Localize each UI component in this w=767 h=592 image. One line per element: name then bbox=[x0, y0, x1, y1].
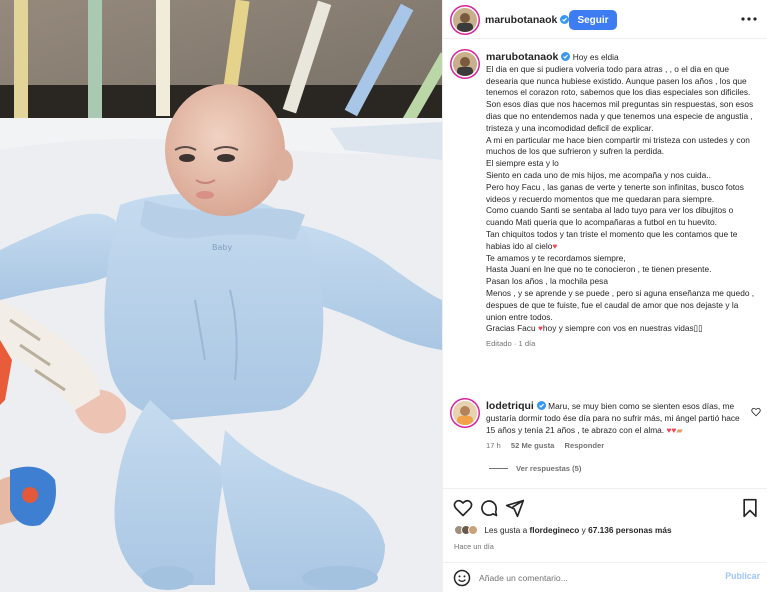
reply-button[interactable]: Responder bbox=[565, 441, 605, 450]
view-replies-button[interactable]: Ver respuestas (5) bbox=[489, 464, 581, 473]
bookmark-icon[interactable] bbox=[740, 498, 760, 518]
caption-author-avatar[interactable] bbox=[453, 52, 477, 76]
caption-paragraph-text: Gracias Facu bbox=[486, 323, 536, 334]
caption-paragraph: El dia en que si pudiera volveria todo p… bbox=[486, 63, 751, 98]
more-options-icon[interactable] bbox=[739, 9, 759, 29]
caption-paragraph: Pasan los años , la mochila pesa bbox=[486, 276, 608, 287]
author-username[interactable]: marubotanaok bbox=[485, 14, 570, 26]
caption-paragraph: Como cuando Santi se sentaba al lado tuy… bbox=[486, 205, 734, 228]
caption-first-line: Hoy es eldia bbox=[572, 52, 619, 62]
avatar-icon bbox=[453, 401, 477, 425]
caption-paragraph: Pero hoy Facu , las ganas de verte y ten… bbox=[486, 181, 744, 204]
liker-avatar bbox=[468, 525, 478, 535]
comment-like-heart-icon[interactable] bbox=[751, 407, 761, 419]
verified-badge-icon bbox=[561, 52, 571, 61]
avatar-icon bbox=[453, 52, 477, 76]
add-comment-bar: Publicar bbox=[443, 562, 767, 592]
caption-paragraph: Gracias Facu ♥hoy y siempre con vos en n… bbox=[486, 323, 758, 335]
post-caption: marubotanaok Hoy es eldia El dia en que … bbox=[486, 51, 758, 350]
emoji-icon[interactable] bbox=[452, 568, 472, 588]
caption-username[interactable]: marubotanaok bbox=[486, 51, 558, 63]
verified-badge-icon bbox=[536, 401, 546, 410]
caption-paragraph: Hasta Juani en lne que no te conocieron … bbox=[486, 264, 712, 275]
likes-and: y bbox=[581, 525, 586, 535]
commenter-username[interactable]: lodetriqui bbox=[486, 400, 534, 412]
comment: lodetriqui Maru, se muy bien como se sie… bbox=[486, 400, 748, 452]
caption-paragraph: El siempre esta y lo bbox=[486, 158, 559, 169]
heart-icon[interactable] bbox=[453, 498, 473, 518]
red-heart-icon: ♥♥ bbox=[666, 424, 677, 435]
red-heart-icon: ♥ bbox=[552, 240, 558, 251]
caption-scroll-area[interactable]: marubotanaok Hoy es eldia El dia en que … bbox=[443, 40, 767, 488]
author-username-text[interactable]: marubotanaok bbox=[485, 14, 557, 26]
commenter-avatar[interactable] bbox=[453, 401, 477, 425]
author-avatar[interactable] bbox=[453, 8, 477, 32]
caption-edited-time: Editado · 1 día bbox=[486, 339, 536, 349]
comment-meta: 17 h 52 Me gusta Responder bbox=[486, 440, 748, 452]
publish-button[interactable]: Publicar bbox=[725, 571, 760, 581]
caption-paragraph: Menos , y se aprende y se puede , pero s… bbox=[486, 287, 755, 322]
likes-summary[interactable]: Les gusta a flordegineco y 67.136 person… bbox=[454, 525, 672, 535]
follow-button[interactable]: Seguir bbox=[569, 10, 617, 30]
replies-divider bbox=[489, 468, 508, 469]
caption-paragraph-text: hoy y siempre con vos en nuestras vidas bbox=[542, 323, 694, 334]
likes-count[interactable]: 67.136 personas más bbox=[588, 525, 671, 535]
post-time: Hace un día bbox=[454, 542, 494, 551]
post-side-panel: marubotanaok Seguir marubotanaok Hoy es … bbox=[442, 0, 767, 592]
bandage-icon: ▰ bbox=[676, 424, 683, 435]
post-image-illustration: Baby bbox=[0, 0, 442, 592]
caption-paragraph: Te amamos y te recordamos siempre, bbox=[486, 252, 626, 263]
verified-badge-icon bbox=[560, 15, 570, 24]
caption-paragraph: Siento en cada uno de mis hijos, me acom… bbox=[486, 169, 711, 180]
avatar-icon bbox=[453, 8, 477, 32]
post-actions: Les gusta a flordegineco y 67.136 person… bbox=[443, 488, 767, 562]
comment-input[interactable] bbox=[479, 570, 709, 586]
caption-paragraph: Son esos dias que nos hacemos mil pregun… bbox=[486, 99, 754, 133]
post-image[interactable]: Baby bbox=[0, 0, 442, 592]
comment-icon[interactable] bbox=[479, 498, 499, 518]
share-icon[interactable] bbox=[505, 498, 525, 518]
view-replies-label[interactable]: Ver respuestas (5) bbox=[516, 464, 581, 473]
post-header: marubotanaok Seguir bbox=[443, 0, 767, 39]
emoji-placeholder-icon: ▯▯ bbox=[693, 323, 703, 334]
comment-time: 17 h bbox=[486, 441, 501, 451]
likes-prefix: Les gusta a bbox=[484, 525, 528, 535]
comment-likes[interactable]: 52 Me gusta bbox=[511, 441, 554, 450]
suit-print: Baby bbox=[212, 243, 232, 252]
caption-paragraph-text: Tan chiquitos todos y tan triste el mome… bbox=[486, 228, 738, 251]
caption-paragraph: Tan chiquitos todos y tan triste el mome… bbox=[486, 229, 758, 253]
caption-paragraph: A mi en particular me hace bien comparti… bbox=[486, 134, 750, 157]
liked-by-user[interactable]: flordegineco bbox=[530, 525, 580, 535]
